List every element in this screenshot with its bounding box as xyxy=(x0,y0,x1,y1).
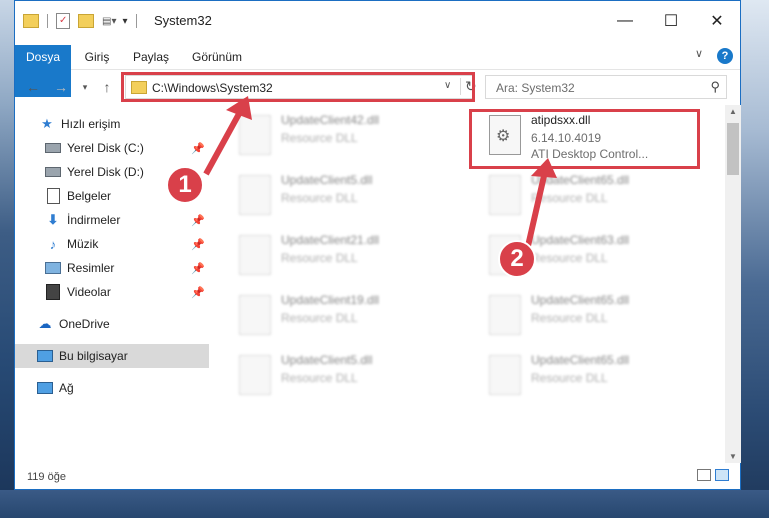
step-2-badge: 2 xyxy=(498,240,536,278)
annotation-arrows xyxy=(203,96,557,247)
step-1-badge: 1 xyxy=(166,166,204,204)
arrow-1-line xyxy=(203,110,243,176)
arrow-2-head xyxy=(531,158,557,178)
arrow-2-line xyxy=(525,175,547,247)
